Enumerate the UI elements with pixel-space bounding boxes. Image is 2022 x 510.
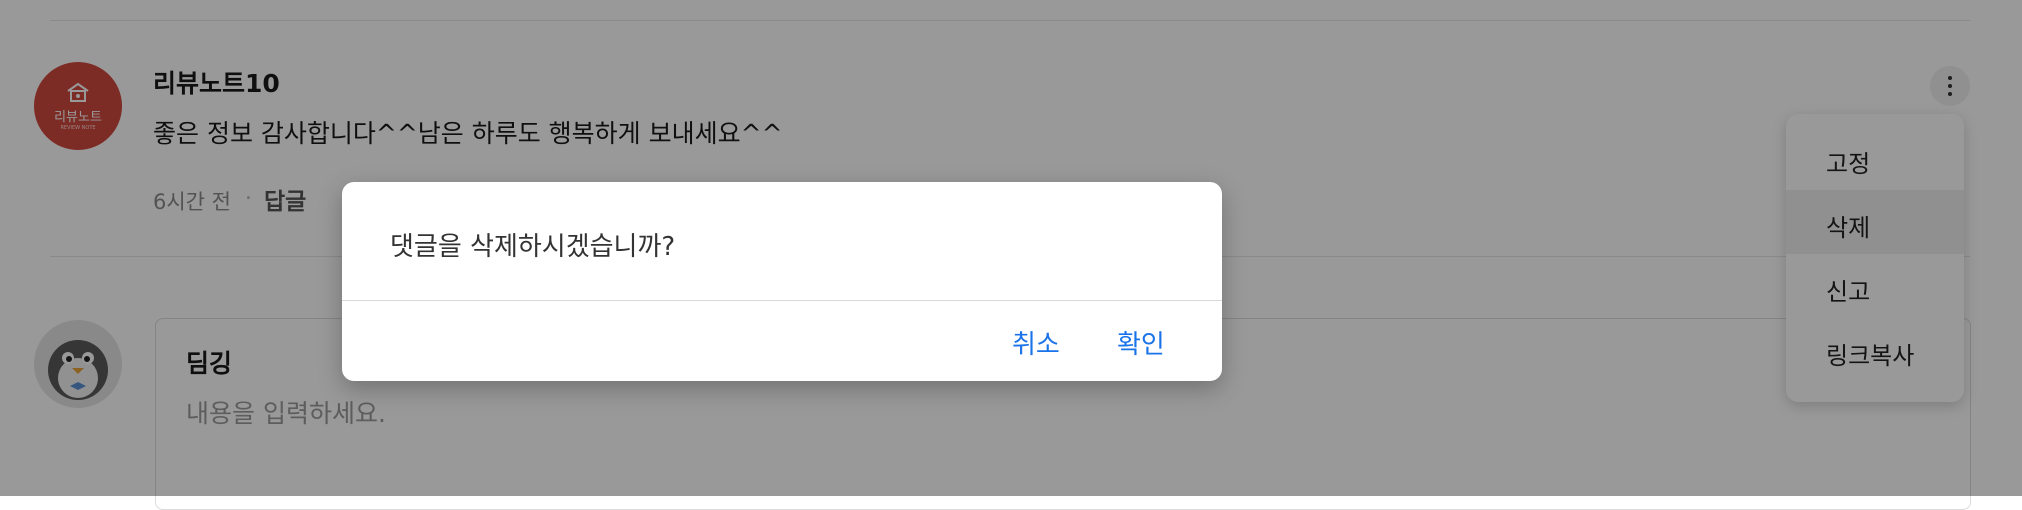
dialog-message: 댓글을 삭제하시겠습니까? [390, 232, 676, 262]
dialog-divider [342, 300, 1222, 301]
confirm-dialog: 댓글을 삭제하시겠습니까? 취소 확인 [342, 182, 1222, 381]
confirm-button[interactable]: 확인 [1117, 324, 1165, 361]
cancel-button[interactable]: 취소 [1012, 324, 1060, 361]
